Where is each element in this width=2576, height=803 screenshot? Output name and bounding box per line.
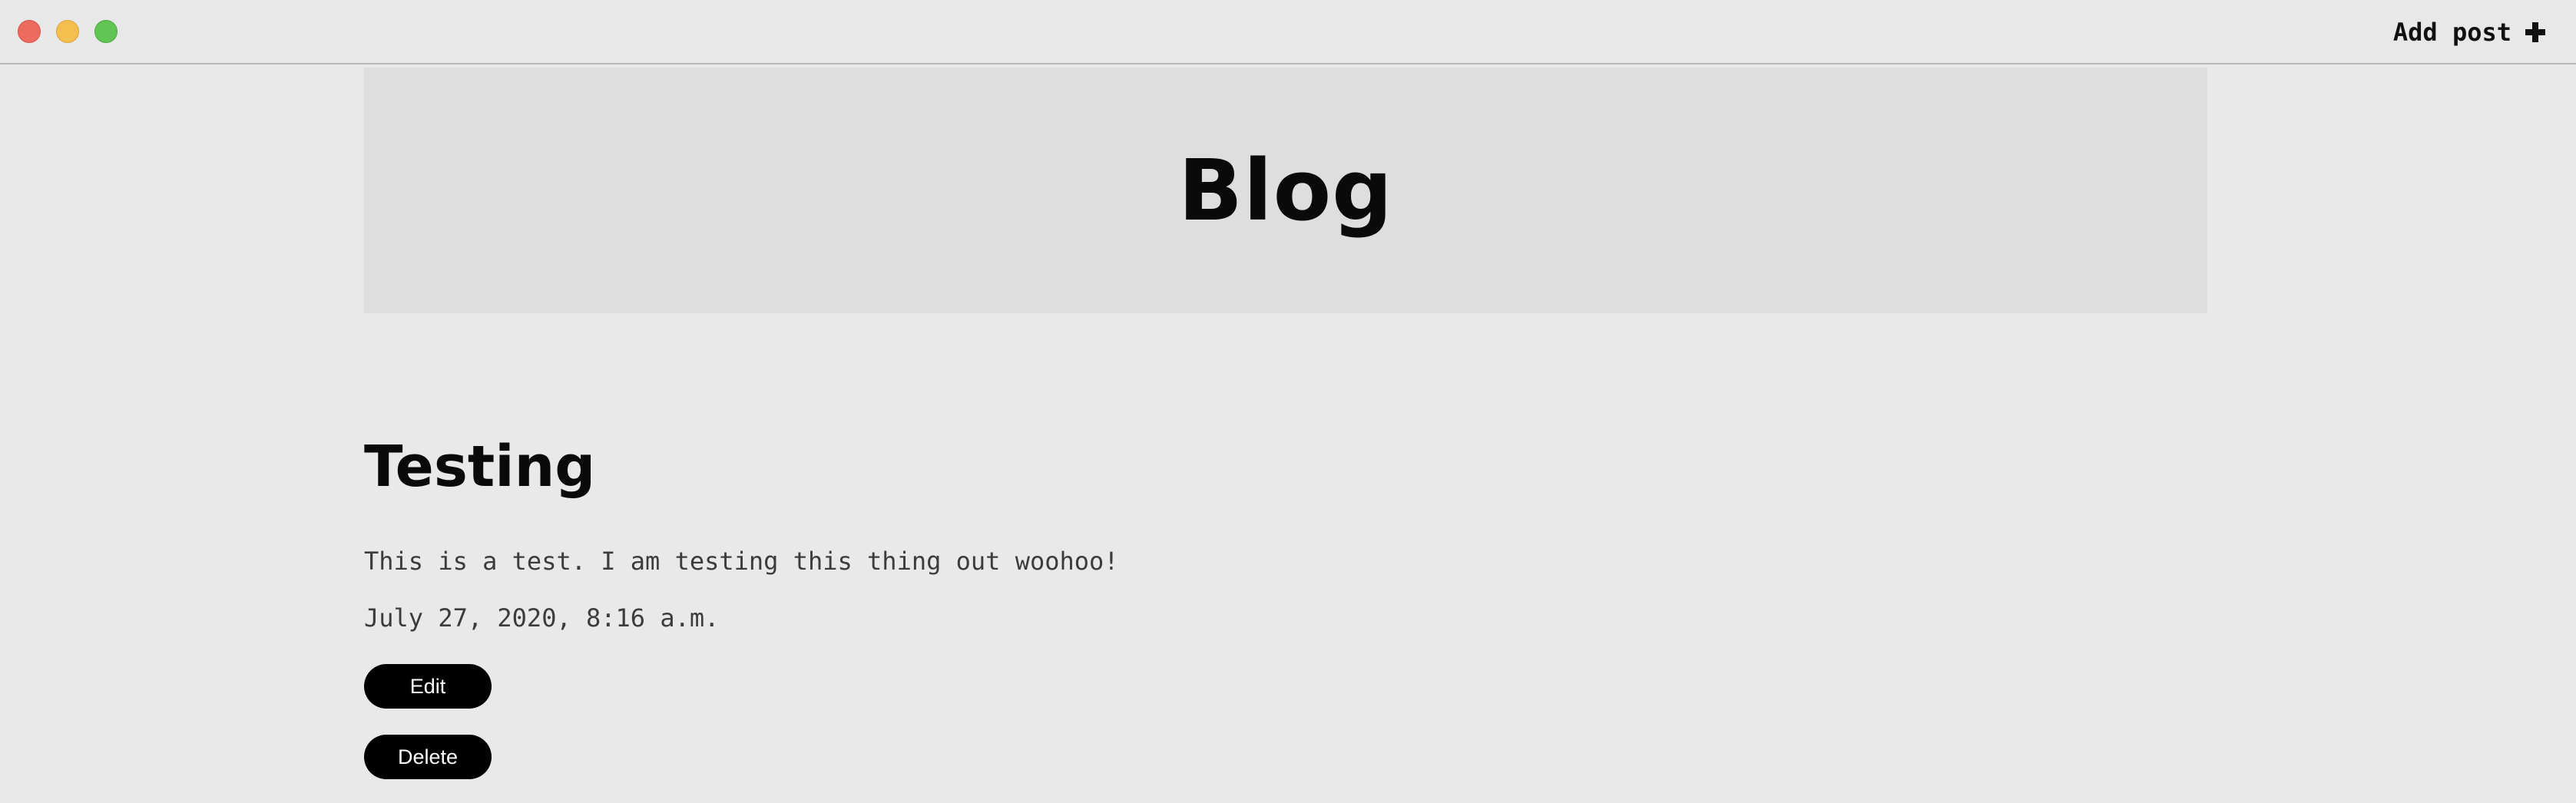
blog-header: Blog	[364, 68, 2207, 313]
edit-button[interactable]: Edit	[364, 664, 492, 709]
post-title: Testing	[364, 434, 596, 500]
post-date: July 27, 2020, 8:16 a.m.	[364, 603, 720, 633]
page-title: Blog	[1178, 141, 1393, 240]
browser-window: Add post Blog Testing This is a test. I …	[0, 0, 2576, 803]
add-post-link[interactable]: Add post	[2393, 14, 2545, 51]
window-zoom-button[interactable]	[94, 20, 118, 43]
post-body: This is a test. I am testing this thing …	[364, 547, 1119, 576]
plus-icon	[2525, 22, 2545, 42]
add-post-label: Add post	[2392, 18, 2511, 47]
window-close-button[interactable]	[18, 20, 41, 43]
delete-button[interactable]: Delete	[364, 735, 492, 779]
window-minimize-button[interactable]	[56, 20, 79, 43]
post-item: Testing This is a test. I am testing thi…	[364, 430, 2207, 779]
title-bar: Add post	[0, 0, 2576, 64]
